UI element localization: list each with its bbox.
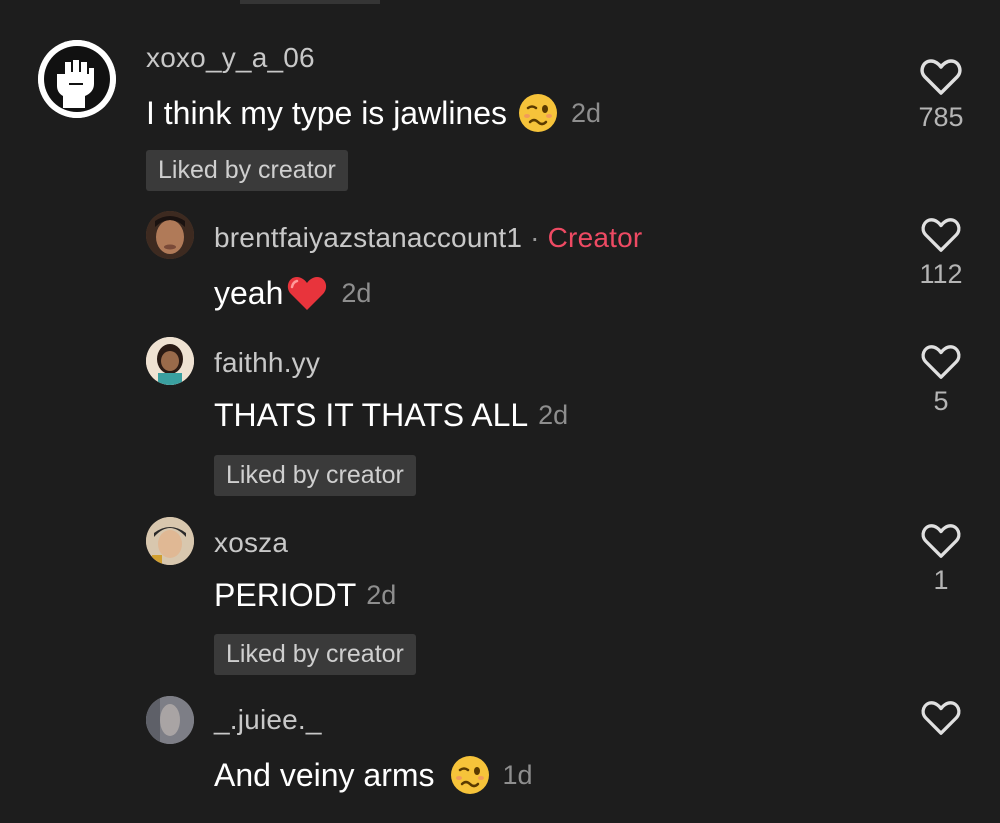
reply-username-row: brentfaiyazstanaccount1 · Creator: [214, 222, 642, 254]
like-control: 5: [901, 344, 981, 417]
reply-username[interactable]: xosza: [214, 527, 288, 559]
reply-text-row: PERIODT 2d: [214, 577, 396, 614]
creator-label: Creator: [547, 222, 643, 253]
reply-time: 2d: [538, 400, 569, 430]
heart-icon[interactable]: [901, 58, 981, 96]
avatar[interactable]: [146, 696, 194, 744]
like-control: [901, 700, 981, 742]
reply-time: 2d: [366, 580, 397, 610]
woozy-face-icon: [449, 754, 491, 796]
reply-text: PERIODT: [214, 577, 357, 613]
liked-by-creator-badge: Liked by creator: [214, 455, 416, 496]
woozy-face-icon: [517, 92, 559, 134]
like-control: 112: [901, 217, 981, 290]
reply-text-row: yeah 2d: [214, 272, 371, 314]
comment-username[interactable]: xoxo_y_a_06: [146, 42, 315, 74]
reply-text-row: And veiny arms 1d: [214, 754, 533, 796]
heart-icon[interactable]: [901, 700, 981, 736]
reply-username[interactable]: _.juiee._: [214, 704, 322, 736]
separator-dot: ·: [530, 222, 548, 253]
reply-time: 1d: [502, 759, 533, 790]
previous-comment-edge: [240, 0, 380, 4]
reply-text-row: THATS IT THATS ALL 2d: [214, 397, 568, 434]
reply-text: And veiny arms: [214, 756, 435, 793]
heart-icon[interactable]: [901, 523, 981, 559]
like-control: 785: [901, 58, 981, 133]
like-count: 112: [919, 259, 963, 289]
red-heart-icon: [285, 272, 329, 314]
liked-by-creator-badge: Liked by creator: [214, 634, 416, 675]
reply-time: 2d: [341, 277, 372, 308]
heart-icon[interactable]: [901, 217, 981, 253]
avatar[interactable]: [38, 40, 116, 118]
reply-username[interactable]: faithh.yy: [214, 347, 320, 379]
reply-text: THATS IT THATS ALL: [214, 397, 529, 433]
reply-username[interactable]: brentfaiyazstanaccount1: [214, 222, 522, 253]
like-control: 1: [901, 523, 981, 596]
raised-fist-icon: [38, 40, 116, 118]
reply-text: yeah: [214, 274, 284, 311]
like-count: 785: [918, 102, 964, 132]
avatar[interactable]: [146, 337, 194, 385]
avatar[interactable]: [146, 211, 194, 259]
avatar[interactable]: [146, 517, 194, 565]
comment-text-row: I think my type is jawlines 2d: [146, 92, 601, 134]
heart-icon[interactable]: [901, 344, 981, 380]
liked-by-creator-badge: Liked by creator: [146, 150, 348, 191]
comment-text: I think my type is jawlines: [146, 94, 508, 131]
like-count: 1: [933, 565, 949, 595]
comment-time: 2d: [571, 97, 602, 128]
like-count: 5: [933, 386, 949, 416]
